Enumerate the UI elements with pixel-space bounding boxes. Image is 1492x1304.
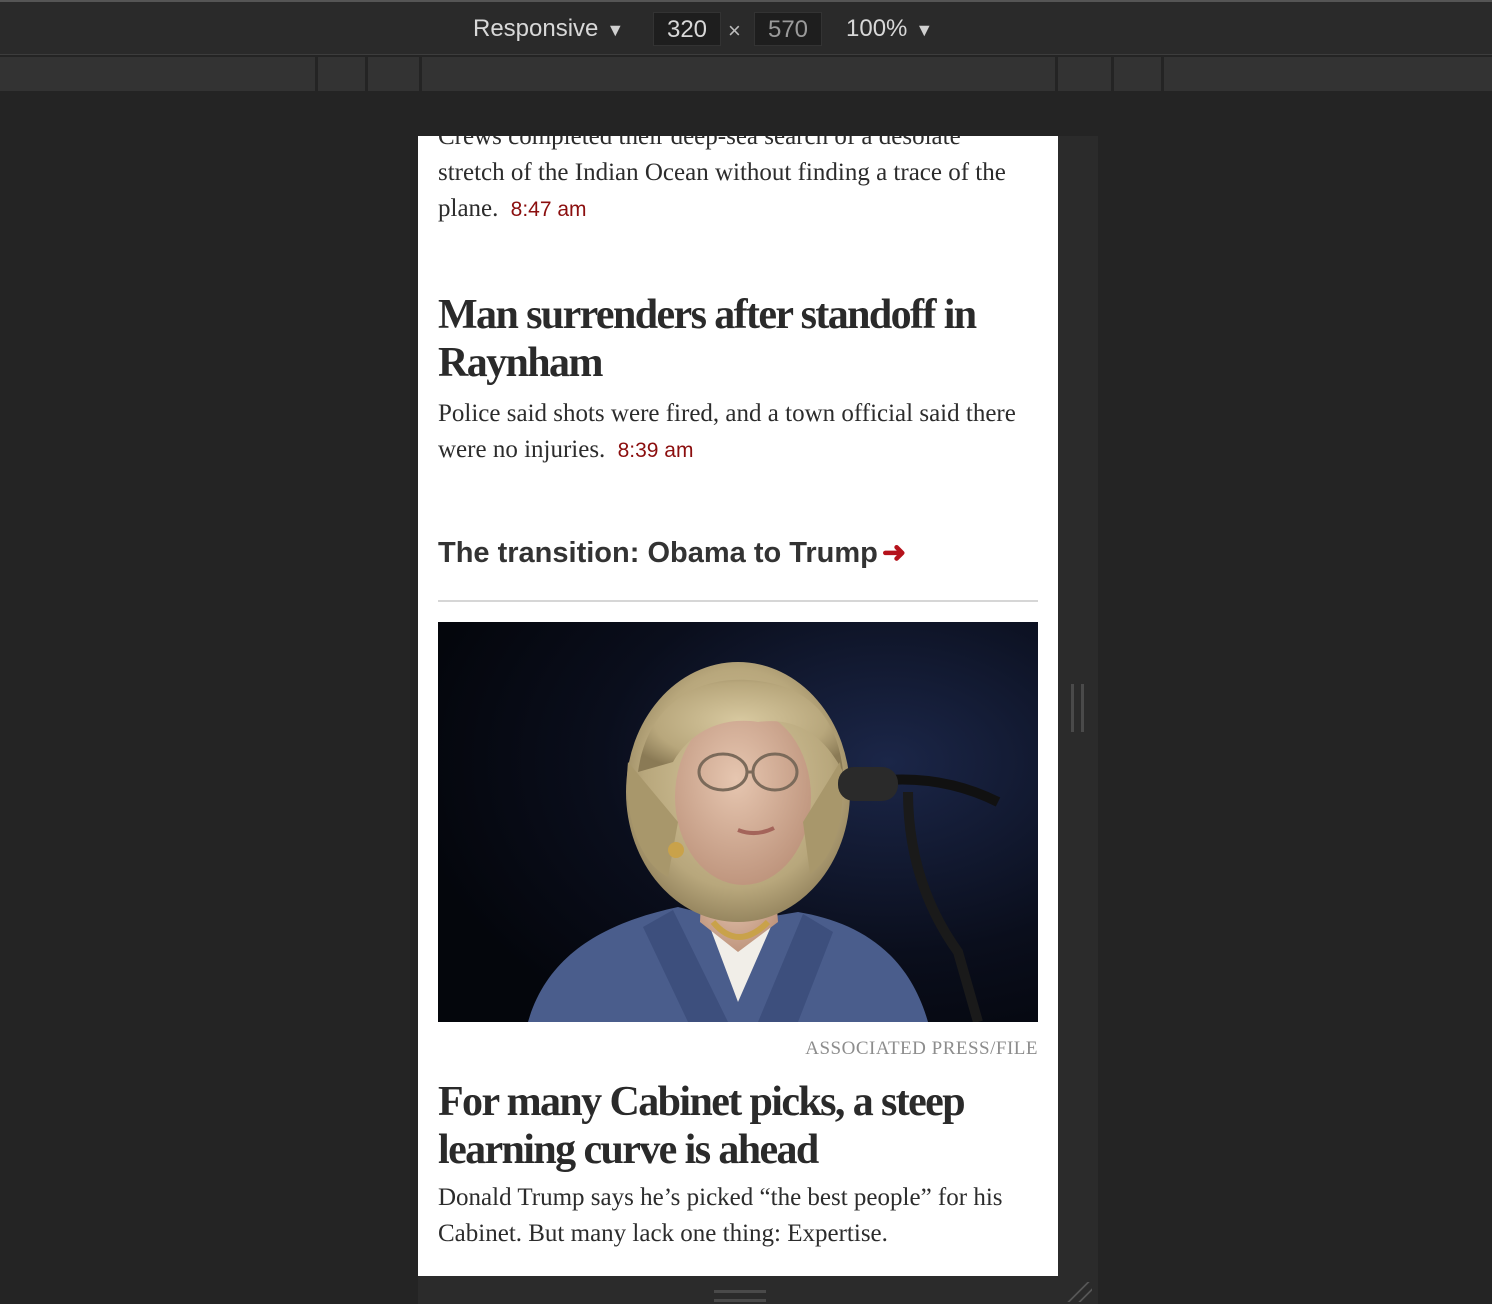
story-headline[interactable]: Man surrenders after standoff in Raynham (438, 291, 1038, 387)
viewport-width-input[interactable]: 320 (653, 12, 721, 46)
media-query-bar[interactable] (0, 57, 1492, 91)
story-headline[interactable]: For many Cabinet picks, a steep learning… (438, 1078, 1038, 1174)
media-query-segment[interactable] (1114, 57, 1164, 91)
story-dek-fragment: Crews completed their deep-sea search of… (438, 136, 961, 150)
device-viewport: Crews completed their deep-sea search of… (418, 136, 1058, 1276)
width-resize-handle[interactable] (1071, 684, 1084, 732)
media-query-segment[interactable] (1058, 57, 1114, 91)
device-mode-dropdown[interactable]: Responsive ▼ (473, 12, 624, 46)
story-dek-text: Police said shots were fired, and a town… (438, 400, 1016, 463)
featured-story[interactable]: For many Cabinet picks, a steep learning… (438, 1078, 1038, 1252)
story-item[interactable]: Man surrenders after standoff in Raynham… (438, 291, 1038, 469)
story-timestamp: 8:47 am (510, 198, 587, 221)
caret-down-icon: ▼ (915, 20, 934, 40)
section-link-label: The transition: Obama to Trump (438, 537, 878, 569)
story-dek: Donald Trump says he’s picked “the best … (438, 1184, 1003, 1247)
dimension-separator: × (728, 18, 741, 43)
story-item[interactable]: Crews completed their deep-sea search of… (438, 136, 1038, 228)
device-toolbar: Responsive ▼ 320 × 570 100% ▼ (0, 0, 1492, 55)
story-timestamp: 8:39 am (617, 439, 694, 462)
corner-resize-handle[interactable] (1066, 1282, 1092, 1302)
media-query-segment[interactable] (368, 57, 422, 91)
story-dek: Crews completed their deep-sea search of… (438, 136, 1038, 228)
story-dek: Police said shots were fired, and a town… (438, 396, 1038, 469)
media-query-segment[interactable] (318, 57, 368, 91)
device-mode-label: Responsive (473, 15, 599, 42)
section-divider (438, 600, 1038, 602)
media-query-segment[interactable] (422, 57, 1058, 91)
featured-photo[interactable] (438, 622, 1038, 1022)
section-link-transition[interactable]: The transition: Obama to Trump ➜ (438, 535, 906, 571)
media-query-segment[interactable] (0, 57, 318, 91)
portrait-illustration (438, 622, 1038, 1022)
caret-down-icon: ▼ (606, 20, 625, 40)
photo-credit: ASSOCIATED PRESS/FILE (805, 1038, 1038, 1059)
zoom-label: 100% (846, 15, 908, 42)
zoom-dropdown[interactable]: 100% ▼ (846, 12, 933, 46)
viewport-height-input[interactable]: 570 (754, 12, 822, 46)
arrow-right-icon: ➜ (881, 537, 907, 569)
height-resize-handle[interactable] (714, 1290, 766, 1302)
